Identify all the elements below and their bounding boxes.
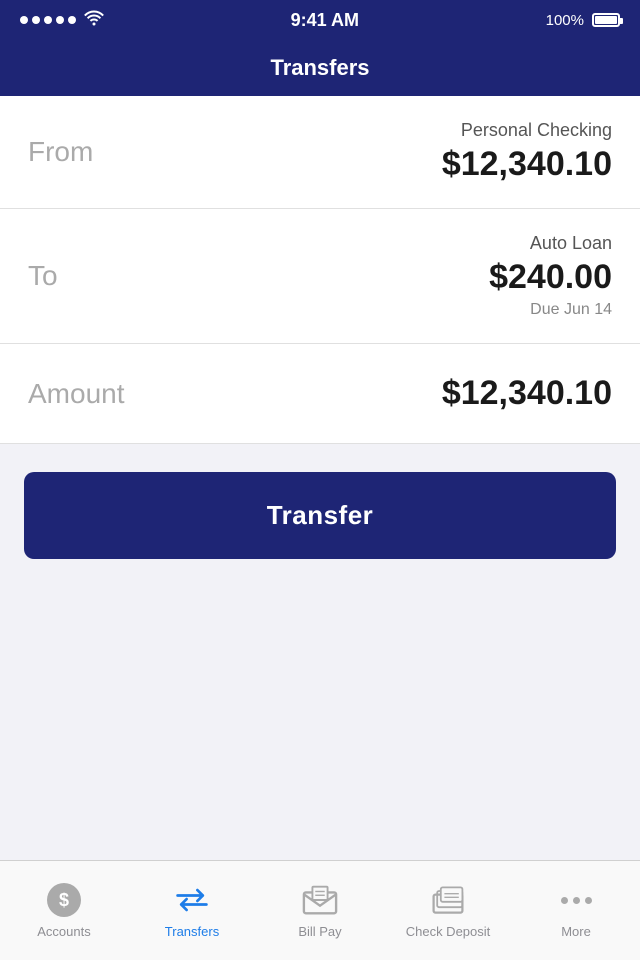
amount-label: Amount bbox=[28, 378, 125, 410]
tab-checkdeposit-label: Check Deposit bbox=[406, 924, 491, 939]
transfer-button[interactable]: Transfer bbox=[24, 472, 616, 559]
accounts-icon: $ bbox=[46, 882, 82, 918]
from-account-name: Personal Checking bbox=[442, 120, 612, 141]
battery-percent: 100% bbox=[546, 12, 584, 29]
tab-more-label: More bbox=[561, 924, 591, 939]
transfers-icon bbox=[174, 882, 210, 918]
to-label: To bbox=[28, 260, 58, 292]
nav-header: Transfers bbox=[0, 40, 640, 96]
tab-accounts-label: Accounts bbox=[37, 924, 90, 939]
wifi-icon bbox=[84, 10, 104, 31]
to-account-name: Auto Loan bbox=[489, 233, 612, 254]
main-content: From Personal Checking $12,340.10 To Aut… bbox=[0, 96, 640, 587]
tab-billpay[interactable]: Bill Pay bbox=[256, 861, 384, 960]
tab-checkdeposit[interactable]: Check Deposit bbox=[384, 861, 512, 960]
signal-bars bbox=[20, 16, 76, 24]
page-title: Transfers bbox=[270, 55, 369, 81]
tab-transfers[interactable]: Transfers bbox=[128, 861, 256, 960]
amount-value: $12,340.10 bbox=[442, 374, 612, 413]
amount-row[interactable]: Amount $12,340.10 bbox=[0, 344, 640, 444]
status-bar: 9:41 AM 100% bbox=[0, 0, 640, 40]
from-row[interactable]: From Personal Checking $12,340.10 bbox=[0, 96, 640, 209]
billpay-icon bbox=[302, 882, 338, 918]
status-left bbox=[20, 10, 104, 31]
checkdeposit-icon bbox=[430, 882, 466, 918]
tab-transfers-label: Transfers bbox=[165, 924, 219, 939]
status-right: 100% bbox=[546, 12, 620, 29]
tab-more[interactable]: More bbox=[512, 861, 640, 960]
tab-billpay-label: Bill Pay bbox=[298, 924, 341, 939]
from-details: Personal Checking $12,340.10 bbox=[442, 120, 612, 184]
action-section: Transfer bbox=[0, 444, 640, 587]
from-label: From bbox=[28, 136, 93, 168]
status-time: 9:41 AM bbox=[291, 10, 359, 31]
battery-icon bbox=[592, 13, 620, 27]
to-due-date: Due Jun 14 bbox=[489, 301, 612, 319]
to-amount: $240.00 bbox=[489, 258, 612, 297]
tab-bar: $ Accounts Transfers bbox=[0, 860, 640, 960]
to-details: Auto Loan $240.00 Due Jun 14 bbox=[489, 233, 612, 319]
tab-accounts[interactable]: $ Accounts bbox=[0, 861, 128, 960]
to-row[interactable]: To Auto Loan $240.00 Due Jun 14 bbox=[0, 209, 640, 344]
more-icon bbox=[558, 882, 594, 918]
from-amount: $12,340.10 bbox=[442, 145, 612, 184]
